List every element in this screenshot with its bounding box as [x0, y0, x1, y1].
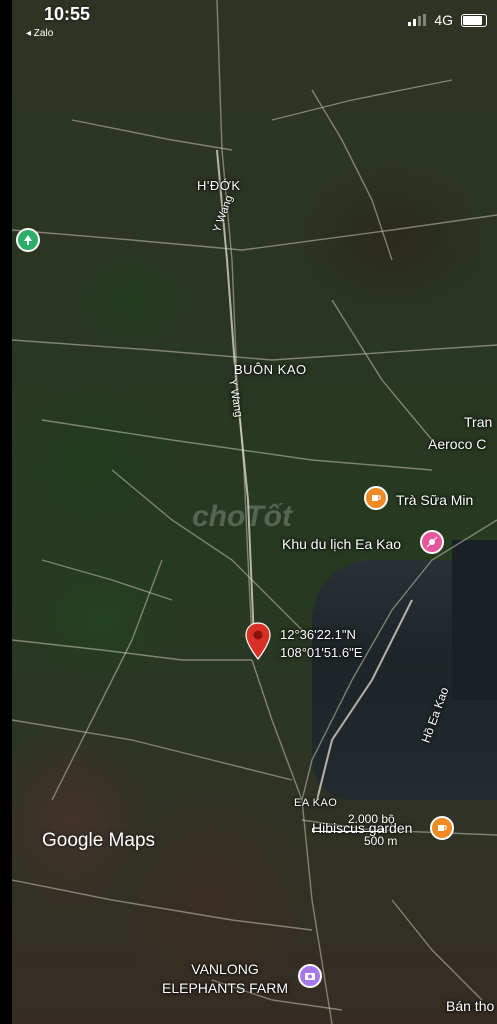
camera-icon: [305, 973, 315, 980]
battery-icon: [461, 13, 487, 27]
edge-label-ban-tho: Bán tho: [446, 998, 495, 1014]
pin-coordinates: 12°36'22.1"N 108°01'51.6"E: [280, 626, 362, 662]
place-label-ea-kao: EA KAO: [294, 797, 338, 809]
google-maps-logo: Google Maps: [42, 830, 156, 851]
network-label: 4G: [434, 12, 453, 28]
poi-label-khu-du-lich[interactable]: Khu du lịch Ea Kao: [282, 536, 401, 552]
pin-longitude: 108°01'51.6"E: [280, 645, 363, 660]
khu-du-lich-marker[interactable]: [420, 530, 444, 554]
scale-imperial: 2.000 bộ: [348, 812, 395, 826]
park-poi-marker[interactable]: [16, 228, 40, 252]
coffee-icon: [372, 495, 381, 501]
attraction-icon: [426, 536, 438, 548]
status-indicators: 4G: [408, 12, 487, 28]
place-label-buon-kao: BUÔN KAO: [234, 362, 307, 377]
edge-label-aeroco: Aeroco C: [428, 436, 487, 452]
vanlong-marker[interactable]: [298, 964, 322, 988]
back-to-zalo[interactable]: ◂ Zalo: [26, 28, 53, 39]
signal-icon: [408, 14, 427, 26]
screen-edge: [0, 0, 12, 1024]
satellite-map[interactable]: H'ĐỚK BUÔN KAO EA KAO Y Wang Y Wang Hồ E…: [12, 0, 497, 1024]
pin-latitude: 12°36'22.1"N: [280, 627, 356, 642]
watermark: choTốt: [192, 500, 292, 533]
edge-label-tran: Tran: [464, 414, 493, 430]
scale-bar: [312, 828, 384, 832]
scale-metric: 500 m: [364, 834, 398, 848]
status-time: 10:55: [44, 4, 91, 24]
tra-sua-min-marker[interactable]: [364, 486, 388, 510]
poi-label-tra-sua-min[interactable]: Trà Sữa Min: [396, 492, 473, 508]
park-icon: [24, 235, 32, 245]
coffee-icon: [438, 825, 447, 831]
hibiscus-garden-marker[interactable]: [430, 816, 454, 840]
poi-label-vanlong[interactable]: VANLONG ELEPHANTS FARM: [160, 960, 290, 998]
location-pin-icon[interactable]: [245, 622, 271, 660]
place-label-hdok: H'ĐỚK: [197, 178, 241, 193]
map-scale: 2.000 bộ: [312, 812, 395, 826]
